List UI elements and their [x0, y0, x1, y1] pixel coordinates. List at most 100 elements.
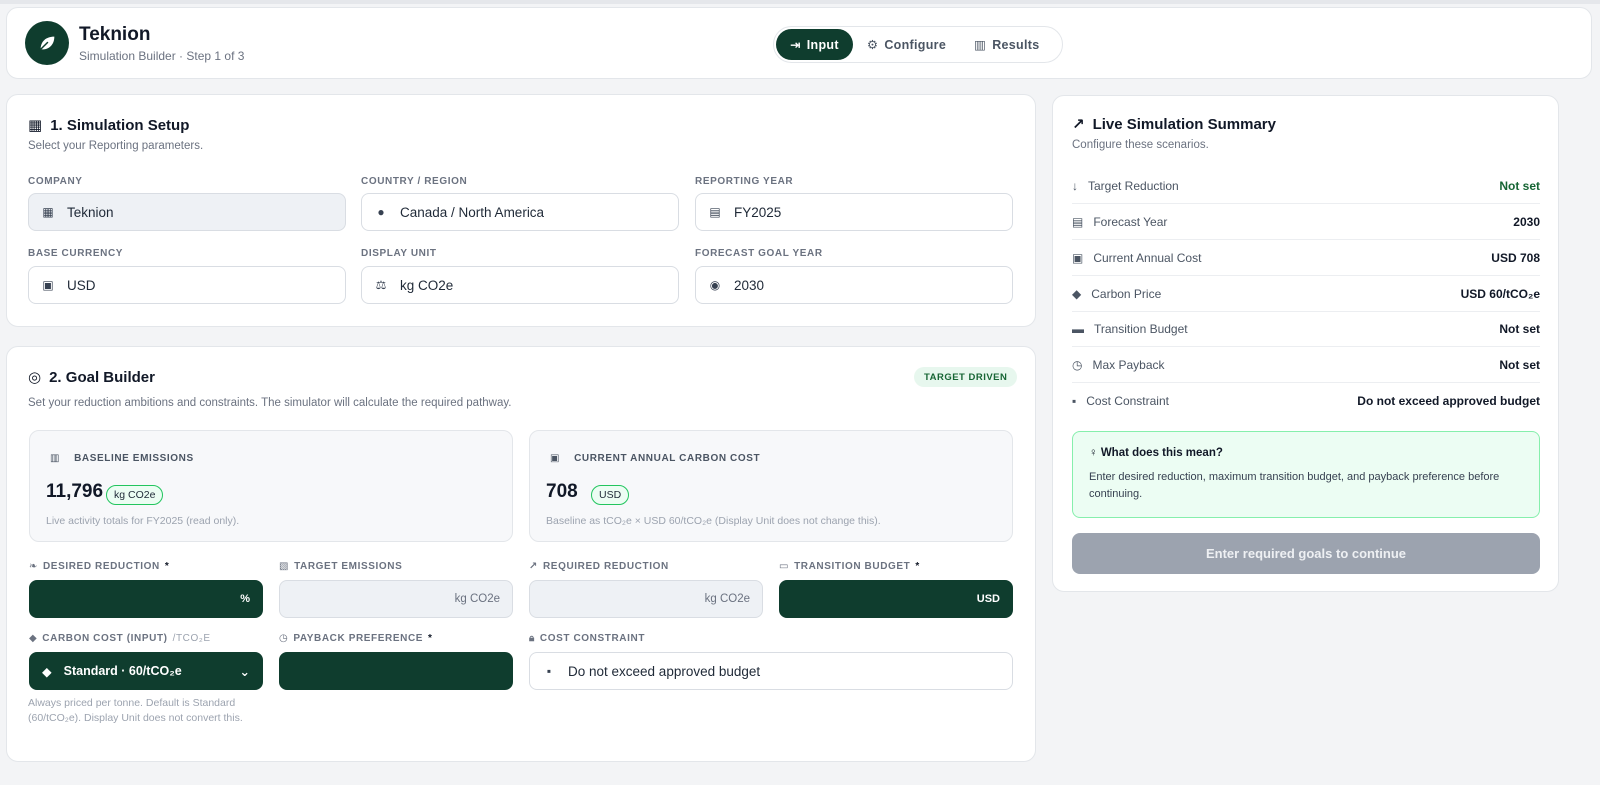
carbon-cost-hint: Always priced per tonne. Default is Stan…	[28, 697, 243, 724]
cost-constraint-label-text: COST CONSTRAINT	[539, 633, 646, 644]
usd-suffix: USD	[976, 593, 1000, 605]
money-icon: ▣	[1072, 250, 1084, 265]
summary-row-forecast-year: ▤ Forecast Year 2030	[1072, 204, 1540, 240]
continue-button[interactable]: Enter required goals to continue	[1072, 533, 1540, 574]
display-unit-label: DISPLAY UNIT	[361, 248, 437, 259]
setup-subtitle: Select your Reporting parameters.	[28, 140, 204, 152]
target-emissions-label: ▧ TARGET EMISSIONS	[279, 561, 402, 572]
desired-reduction-label: ❧ DESIRED REDUCTION *	[29, 561, 169, 572]
baseline-label: ▥ BASELINE EMISSIONS	[50, 453, 194, 464]
goal-year-value: 2030	[734, 277, 765, 293]
step-indicator: Simulation Builder · Step 1 of 3	[79, 49, 245, 63]
company-value: Teknion	[67, 204, 114, 220]
goal-title-text: 2. Goal Builder	[49, 368, 155, 386]
carbon-cost-input-label-suffix: /tCO₂e	[172, 633, 211, 644]
wallet-icon: ▭	[779, 561, 790, 572]
baseline-unit-pill: kg CO2e	[106, 485, 164, 505]
building-icon: ▦	[28, 117, 43, 134]
company-field: ▦ Teknion	[28, 193, 346, 231]
summary-value: 2030	[1513, 214, 1540, 229]
calendar-icon: ▤	[709, 205, 721, 219]
transition-budget-input[interactable]: USD	[779, 580, 1013, 618]
reporting-year-select[interactable]: ▤ FY2025	[695, 193, 1013, 231]
arrow-down-icon: ↓	[1072, 178, 1078, 193]
goal-title: ◎ 2. Goal Builder	[28, 368, 155, 387]
tab-configure[interactable]: ⚙ Configure	[853, 29, 960, 60]
target-icon: ◉	[709, 278, 721, 292]
summary-title-text: Live Simulation Summary	[1092, 115, 1276, 133]
desired-reduction-input[interactable]: %	[29, 580, 263, 618]
lock-icon: ▪	[546, 664, 552, 678]
summary-key-text: Current Annual Cost	[1093, 250, 1202, 265]
base-currency-label: BASE CURRENCY	[28, 248, 124, 259]
lock-icon: 🔒︎	[529, 633, 535, 644]
leaf-icon: ❧	[29, 561, 38, 572]
display-unit-value: kg CO2e	[400, 277, 454, 293]
goal-year-label: FORECAST GOAL YEAR	[695, 248, 823, 259]
base-currency-select[interactable]: ▣ USD	[28, 266, 346, 304]
transition-budget-label: ▭ TRANSITION BUDGET *	[779, 561, 920, 572]
setup-title: ▦ 1. Simulation Setup	[28, 116, 190, 135]
summary-value: Not set	[1499, 178, 1540, 193]
money-icon: ▣	[550, 453, 561, 464]
trend-icon: ↗	[529, 561, 538, 572]
summary-key-text: Transition Budget	[1094, 321, 1188, 336]
country-select[interactable]: ● Canada / North America	[361, 193, 679, 231]
cost-constraint-select[interactable]: ▪ Do not exceed approved budget	[529, 652, 1013, 690]
clock-icon: ◷	[279, 633, 289, 644]
tab-input[interactable]: ⇥ Input	[776, 29, 853, 60]
lightbulb-icon: ♀	[1089, 447, 1098, 459]
chevron-down-icon: ⌄	[239, 664, 250, 679]
info-text: Enter desired reduction, maximum transit…	[1089, 471, 1500, 500]
base-currency-value: USD	[67, 277, 96, 293]
required-reduction-label-text: REQUIRED REDUCTION	[542, 561, 669, 572]
carbon-cost-select[interactable]: ◆ Standard · 60/tCO₂e ⌄	[29, 652, 263, 690]
carbon-cost-unit-pill: USD	[591, 485, 630, 505]
summary-row-target-reduction: ↓ Target Reduction Not set	[1072, 168, 1540, 204]
gear-icon: ⚙	[866, 38, 879, 52]
required-asterisk: *	[428, 633, 433, 644]
baseline-note: Live activity totals for FY2025 (read on…	[46, 515, 240, 527]
target-driven-badge: TARGET DRIVEN	[914, 367, 1018, 387]
summary-key: ▣ Current Annual Cost	[1072, 251, 1201, 265]
line-chart-icon: ↗	[1072, 116, 1085, 133]
summary-key: ▪ Cost Constraint	[1072, 394, 1169, 408]
carbon-cost-label: ▣ CURRENT ANNUAL CARBON COST	[550, 453, 760, 464]
summary-row-max-payback: ◷ Max Payback Not set	[1072, 347, 1540, 383]
required-asterisk: *	[164, 561, 170, 572]
transition-budget-label-text: TRANSITION BUDGET	[794, 561, 911, 572]
country-label: COUNTRY / REGION	[361, 176, 468, 187]
baseline-emissions-card: ▥ BASELINE EMISSIONS 11,796 kg CO2e Live…	[29, 430, 513, 542]
building-icon: ▦	[42, 205, 54, 219]
summary-row-cost-constraint: ▪ Cost Constraint Do not exceed approved …	[1072, 383, 1540, 419]
cost-constraint-value: Do not exceed approved budget	[568, 663, 761, 679]
goal-year-select[interactable]: ◉ 2030	[695, 266, 1013, 304]
reporting-year-value: FY2025	[734, 204, 782, 220]
summary-subtitle: Configure these scenarios.	[1072, 139, 1209, 151]
tab-configure-label: Configure	[884, 37, 947, 52]
percent-suffix: %	[240, 593, 250, 605]
tab-input-label: Input	[806, 37, 839, 52]
tab-results[interactable]: ▥ Results	[960, 29, 1053, 60]
bar-chart-icon: ▥	[974, 38, 987, 52]
payback-select[interactable]	[279, 652, 513, 690]
required-reduction-unit: kg CO2e	[704, 593, 750, 605]
summary-key-text: Cost Constraint	[1086, 394, 1169, 408]
summary-value: Do not exceed approved budget	[1357, 394, 1540, 408]
setup-title-text: 1. Simulation Setup	[50, 116, 190, 134]
window-top-strip	[0, 0, 1600, 4]
required-asterisk: *	[915, 561, 920, 572]
briefcase-icon: ▬	[1072, 321, 1084, 336]
payback-label: ◷ PAYBACK PREFERENCE *	[279, 633, 433, 644]
payback-label-text: PAYBACK PREFERENCE	[293, 633, 424, 644]
sign-in-icon: ⇥	[790, 38, 801, 52]
summary-row-current-cost: ▣ Current Annual Cost USD 708	[1072, 240, 1540, 276]
carbon-cost-card: ▣ CURRENT ANNUAL CARBON COST 708 USD Bas…	[529, 430, 1013, 542]
carbon-cost-input-label: ◆ CARBON COST (INPUT) /tCO₂e	[29, 633, 211, 644]
summary-key-text: Target Reduction	[1088, 178, 1179, 193]
calendar-icon: ▤	[1072, 214, 1084, 229]
globe-icon: ●	[377, 205, 385, 219]
summary-key-text: Carbon Price	[1091, 286, 1162, 301]
display-unit-select[interactable]: ⚖ kg CO2e	[361, 266, 679, 304]
carbon-cost-value: 708	[546, 481, 578, 502]
